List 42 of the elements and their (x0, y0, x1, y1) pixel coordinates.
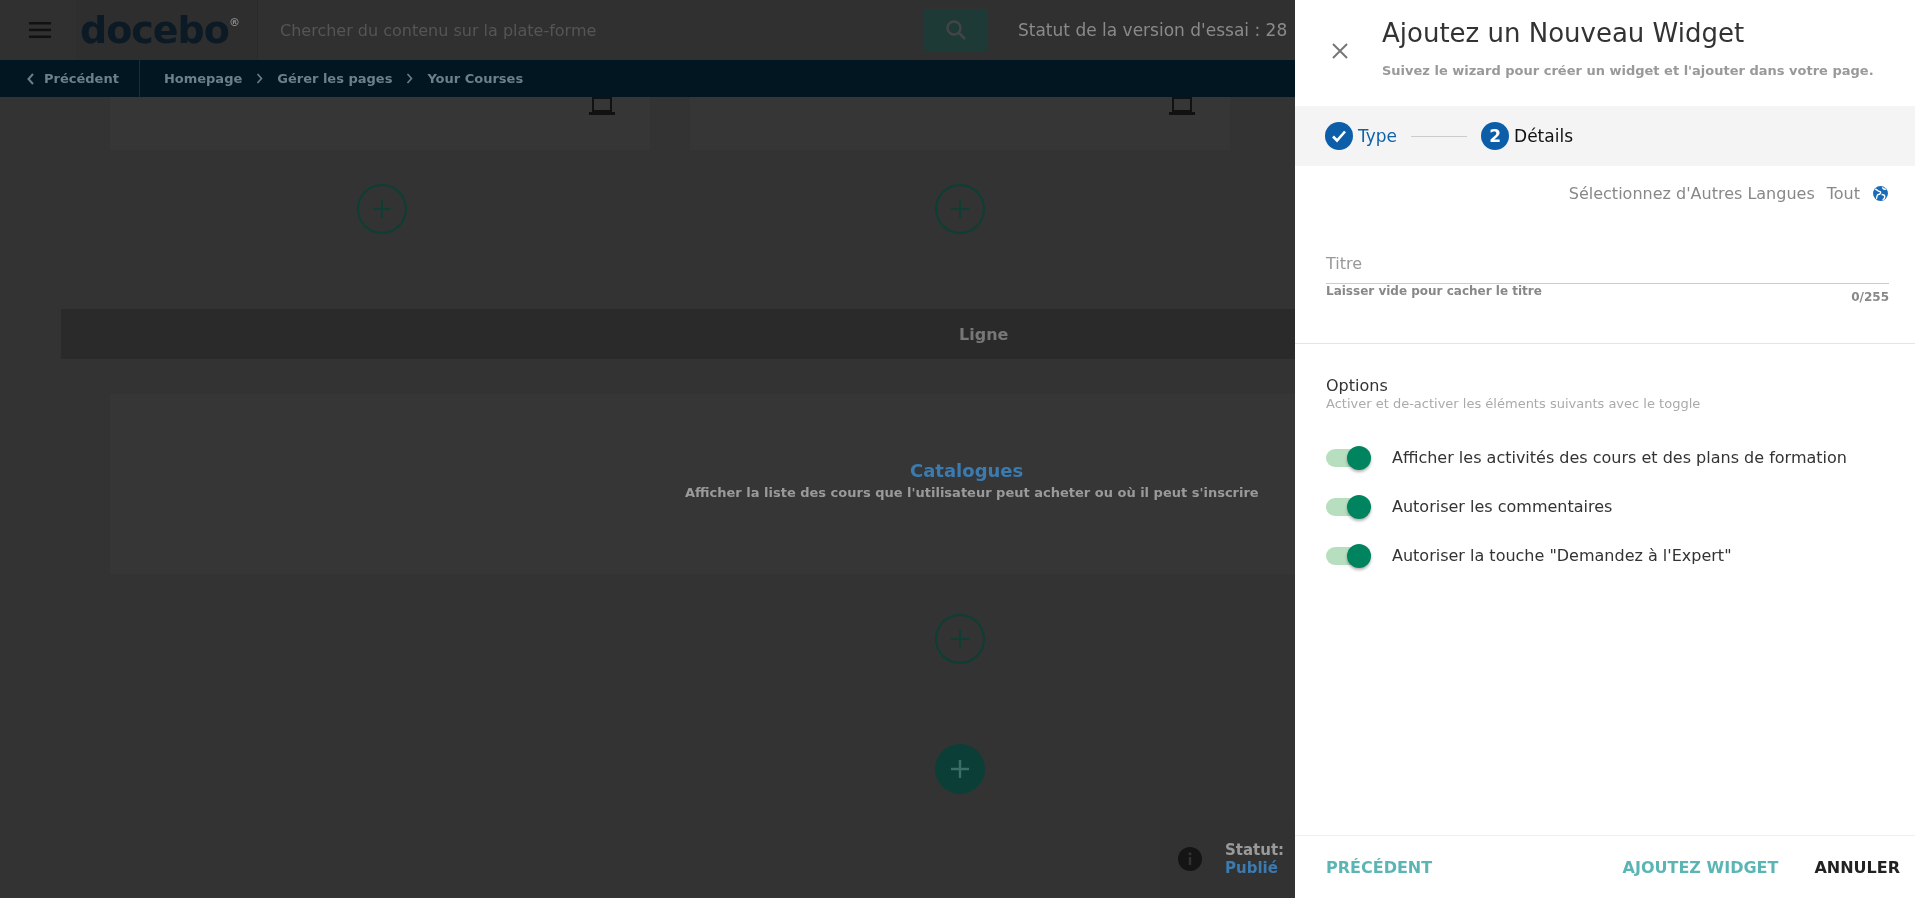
toggle-label: Autoriser les commentaires (1392, 497, 1613, 516)
wizard-step: 2 Détails (1481, 122, 1573, 150)
previous-button[interactable]: PRÉCÉDENT (1326, 857, 1433, 877)
trial-status: Statut de la version d'essai : 28 (1018, 20, 1288, 40)
row-label: Ligne (959, 324, 1009, 344)
breadcrumb-link[interactable]: Homepage (163, 71, 243, 86)
laptop-icon (1169, 97, 1195, 115)
panel-title: Ajoutez un Nouveau Widget (1382, 17, 1746, 50)
add-widget-button[interactable]: AJOUTEZ WIDGET (1622, 857, 1779, 877)
info-icon[interactable] (1178, 847, 1202, 871)
menu-icon[interactable] (29, 22, 51, 38)
status-label: Statut: (1225, 841, 1285, 859)
search-icon (944, 19, 967, 41)
languages-link[interactable]: Tout (1826, 184, 1860, 203)
laptop-icon (589, 97, 615, 115)
widget-description: Afficher la liste des cours que l'utilisateur peut acheter ou où il peut s'inscrire (685, 485, 1259, 500)
toggle-switch[interactable] (1326, 546, 1371, 565)
cancel-button[interactable]: ANNULER (1814, 857, 1900, 877)
search-button[interactable] (923, 9, 988, 51)
globe-icon[interactable] (1872, 185, 1889, 202)
chevron-icon (406, 73, 414, 84)
chevron-icon (27, 72, 35, 85)
status-value: Publié (1225, 859, 1279, 877)
options-hint: Activer et de-activer les éléments suivants avec le toggle (1326, 396, 1702, 411)
breadcrumb-link[interactable]: Gérer les pages (277, 71, 393, 86)
add-row-icon[interactable] (935, 744, 985, 794)
close-icon[interactable] (1331, 42, 1349, 60)
character-counter: 0/255 (1851, 290, 1889, 304)
check-icon (1325, 122, 1353, 150)
languages-label: Sélectionnez d'Autres Langues (1568, 184, 1815, 203)
options-heading: Options (1326, 376, 1389, 395)
toggle-switch[interactable] (1326, 497, 1371, 516)
toggle-label: Afficher les activités des cours et des plans de formation (1392, 448, 1847, 467)
widget-title: Catalogues (910, 460, 1024, 481)
toggle-label: Autoriser la touche "Demandez à l'Expert" (1392, 546, 1732, 565)
toggle-switch[interactable] (1326, 448, 1371, 467)
helper-text: Laisser vide pour cacher le titre (1326, 284, 1542, 300)
step-number: 2 (1481, 122, 1510, 150)
breadcrumb-link[interactable]: Your Courses (427, 71, 524, 86)
panel-subtitle: Suivez le wizard pour créer un widget et l'ajouter dans votre page. (1382, 63, 1874, 78)
chevron-icon (256, 73, 264, 84)
wizard-step: Type (1325, 122, 1398, 150)
